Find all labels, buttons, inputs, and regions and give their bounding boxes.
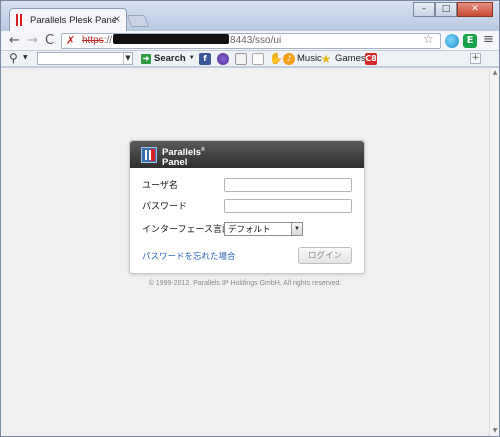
password-row: パスワード: [142, 199, 354, 213]
star-games-icon[interactable]: ★: [320, 53, 332, 65]
login-button[interactable]: ログイン: [298, 247, 352, 264]
language-label: インターフェース言語: [142, 224, 232, 234]
bookmark-star-icon[interactable]: ☆: [423, 32, 434, 46]
brand-line2: Panel: [162, 157, 188, 169]
evernote-extension-icon[interactable]: E: [463, 34, 477, 48]
back-arrow-icon[interactable]: ←: [9, 33, 20, 49]
news-icon[interactable]: [252, 53, 264, 65]
parallels-logo-icon: [141, 147, 157, 163]
copyright-text: © 1999-2012. Parallels IP Holdings GmbH.…: [148, 280, 342, 287]
navigation-toolbar: ← → C ✗ https:// 8443/sso/ui ☆ E ≡: [1, 31, 499, 51]
reload-icon[interactable]: C: [45, 33, 54, 49]
search-engine-icon[interactable]: ⚲: [9, 51, 18, 66]
window-controls: – □ ✕: [413, 2, 493, 18]
skype-extension-icon[interactable]: [445, 34, 459, 48]
search-dropdown-icon[interactable]: ▼: [123, 53, 132, 64]
plesk-favicon-icon: [16, 14, 25, 26]
username-input[interactable]: [224, 178, 352, 192]
url-scheme: https: [82, 35, 104, 46]
login-panel: Parallels® Panel ユーザ名 パスワード インターフェース言語 デ…: [129, 140, 365, 274]
toolbar-search-label: Search: [154, 53, 186, 64]
password-input[interactable]: [224, 199, 352, 213]
vertical-scrollbar[interactable]: ▲ ▼: [489, 68, 499, 436]
music-icon[interactable]: ♪: [283, 53, 295, 65]
browser-menu-icon[interactable]: ≡: [483, 32, 494, 48]
broken-lock-icon[interactable]: ✗: [66, 35, 78, 47]
redacted-host: [113, 34, 230, 44]
scroll-down-icon[interactable]: ▼: [491, 427, 499, 435]
page-viewport: Parallels® Panel ユーザ名 パスワード インターフェース言語 デ…: [1, 68, 489, 436]
hand-icon[interactable]: ✋: [269, 53, 283, 65]
brand-name: Parallels® Panel: [162, 145, 205, 168]
widget-icon[interactable]: [235, 53, 247, 65]
username-row: ユーザ名: [142, 178, 354, 192]
language-selected-value: デフォルト: [228, 224, 271, 234]
add-toolbar-button[interactable]: +: [470, 53, 481, 64]
facebook-icon[interactable]: f: [199, 53, 211, 65]
address-bar[interactable]: ✗ https:// 8443/sso/ui: [61, 33, 441, 49]
scroll-up-icon[interactable]: ▲: [491, 69, 499, 77]
games-link[interactable]: Games: [335, 52, 366, 65]
language-select[interactable]: デフォルト ▼: [224, 222, 303, 236]
chevron-down-icon[interactable]: ▼: [291, 223, 302, 235]
chevron-down-icon[interactable]: ▼: [23, 54, 28, 61]
tab-strip: Parallels Plesk Panel 11 × – □ ✕: [1, 1, 499, 31]
music-link[interactable]: Music: [297, 52, 322, 65]
search-toolbar: ⚲ ▼ ▼ ➜ Search ▼ f ✋ ♪ Music ★ Games C8 …: [1, 51, 499, 67]
close-window-button[interactable]: ✕: [457, 2, 493, 17]
tab-close-icon[interactable]: ×: [113, 14, 121, 25]
toolbar-search-input[interactable]: ▼: [37, 52, 133, 65]
login-header: Parallels® Panel: [130, 141, 364, 168]
username-label: ユーザ名: [142, 180, 178, 190]
browser-tab[interactable]: Parallels Plesk Panel 11 ×: [9, 8, 127, 31]
brand-registered: ®: [201, 147, 205, 153]
url-suffix: 8443/sso/ui: [230, 35, 282, 46]
password-label: パスワード: [142, 201, 188, 211]
browser-window: Parallels Plesk Panel 11 × – □ ✕ ← → C ✗…: [0, 0, 500, 437]
tab-title: Parallels Plesk Panel 11: [30, 14, 116, 26]
new-tab-button[interactable]: [126, 15, 150, 27]
orb-icon[interactable]: [217, 53, 229, 65]
minimize-button[interactable]: –: [413, 2, 435, 17]
maximize-button[interactable]: □: [435, 2, 457, 17]
language-row: インターフェース言語 デフォルト ▼: [142, 222, 354, 236]
red-badge-icon[interactable]: C8: [365, 53, 377, 65]
chevron-down-icon: ▼: [188, 55, 195, 61]
url-separator: ://: [103, 35, 113, 46]
toolbar-search-button[interactable]: ➜ Search ▼: [141, 52, 195, 65]
arrow-right-icon: ➜: [141, 53, 151, 64]
forward-arrow-icon[interactable]: →: [27, 33, 38, 49]
forgot-password-link[interactable]: パスワードを忘れた場合: [142, 250, 236, 262]
